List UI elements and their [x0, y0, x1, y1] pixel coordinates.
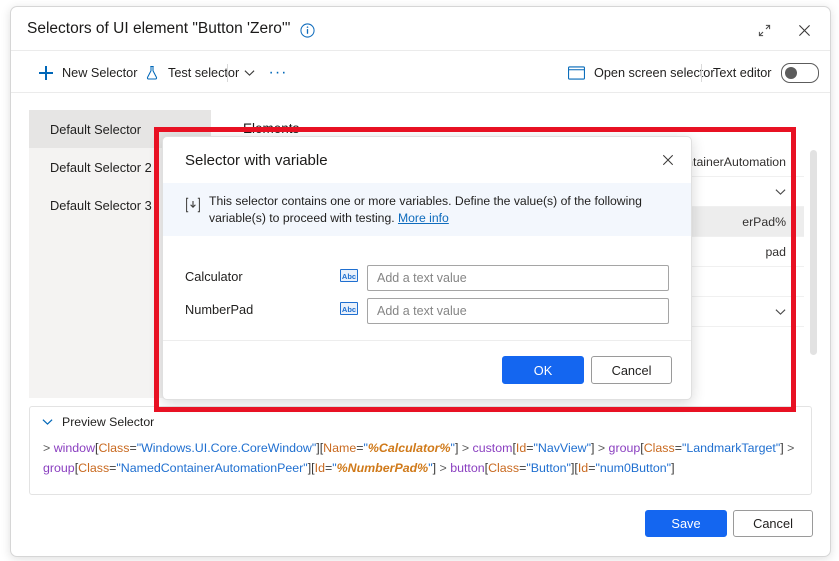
selector-token: "NamedContainerAutomationPeer": [116, 461, 308, 475]
selector-token: >: [436, 461, 451, 475]
selector-token: %NumberPad%: [336, 461, 429, 475]
more-info-link[interactable]: More info: [398, 211, 449, 225]
open-screen-selector-button[interactable]: Open screen selector: [563, 60, 720, 86]
toolbar-divider-2: [701, 64, 702, 82]
plus-icon: [38, 65, 54, 81]
preview-selector-header[interactable]: Preview Selector: [42, 415, 154, 429]
toggle-switch[interactable]: [780, 63, 819, 83]
selector-token: "LandmarkTarget": [681, 441, 781, 455]
elements-title: Elements: [243, 121, 300, 136]
selector-token: %Calculator%: [367, 441, 451, 455]
selector-token: "Button": [526, 461, 571, 475]
selector-token: Class: [488, 461, 520, 475]
banner-text: This selector contains one or more varia…: [209, 193, 673, 227]
selector-token: ]: [671, 461, 675, 475]
elements-scrollbar[interactable]: [810, 150, 817, 355]
screen-icon: [568, 66, 585, 80]
dialog-footer-divider: [163, 340, 691, 341]
expand-diagonal-icon[interactable]: [751, 17, 777, 43]
chevron-down-icon[interactable]: [775, 305, 786, 319]
toolbar: New Selector Test selector ··· Open scre…: [11, 51, 830, 93]
cancel-button[interactable]: Cancel: [733, 510, 813, 537]
chevron-down-icon[interactable]: [775, 185, 786, 199]
selector-token: Class: [643, 441, 675, 455]
element-row-text: erPad%: [742, 214, 786, 229]
selector-token: "Windows.UI.Core.CoreWindow": [136, 441, 317, 455]
selector-token: Name: [323, 441, 357, 455]
selector-token: >: [458, 441, 473, 455]
info-banner: This selector contains one or more varia…: [163, 183, 691, 236]
preview-selector-code: > window[Class="Windows.UI.Core.CoreWind…: [43, 438, 799, 478]
text-editor-label: Text editor: [713, 66, 772, 80]
selector-token: button: [450, 461, 485, 475]
selector-token: "num0Button": [595, 461, 672, 475]
selector-token: Id: [314, 461, 325, 475]
window-titlebar: Selectors of UI element "Button 'Zero'": [11, 7, 830, 51]
sidebar-item-label: Default Selector: [50, 121, 142, 137]
abc-type-icon: Abc: [340, 269, 358, 282]
test-selector-label: Test selector: [168, 66, 240, 80]
flask-icon: [144, 65, 160, 81]
toolbar-divider-1: [227, 64, 228, 82]
sidebar-item-label: Default Selector 2: [50, 159, 152, 175]
abc-type-icon: Abc: [340, 302, 358, 315]
selector-token: group: [43, 461, 75, 475]
selector-with-variable-dialog: Selector with variable This selector con…: [162, 136, 692, 400]
element-row-text: pad: [765, 244, 786, 259]
selector-token: >: [783, 441, 795, 455]
selector-token: window: [50, 441, 96, 455]
toggle-knob: [784, 67, 797, 79]
selector-token: Class: [98, 441, 130, 455]
selector-token: Id: [515, 441, 527, 455]
selector-token: Id: [577, 461, 589, 475]
selector-token: group: [608, 441, 641, 455]
dialog-title: Selector with variable: [185, 152, 328, 169]
selectors-window: Selectors of UI element "Button 'Zero'": [10, 6, 831, 557]
selector-token: custom: [472, 441, 513, 455]
import-variable-icon: [185, 197, 201, 213]
text-editor-toggle[interactable]: Text editor: [708, 60, 824, 86]
chevron-down-icon[interactable]: [42, 418, 53, 426]
selector-token: =: [526, 441, 534, 455]
dialog-cancel-button[interactable]: Cancel: [591, 356, 672, 384]
ok-button[interactable]: OK: [502, 356, 584, 384]
dialog-close-icon[interactable]: [655, 147, 681, 173]
selector-token: =: [674, 441, 682, 455]
variable-row-calculator: Calculator Abc: [185, 265, 669, 291]
variable-label: Calculator: [185, 269, 243, 284]
selector-token: =: [129, 441, 137, 455]
new-selector-button[interactable]: New Selector: [33, 60, 142, 86]
selector-token: Class: [78, 461, 110, 475]
element-row-text: ontainerAutomation: [679, 154, 786, 169]
numberpad-value-input[interactable]: [367, 298, 669, 324]
preview-selector-label: Preview Selector: [62, 415, 155, 429]
calculator-value-input[interactable]: [367, 265, 669, 291]
selector-token: >: [594, 441, 609, 455]
new-selector-label: New Selector: [62, 66, 138, 80]
open-screen-selector-label: Open screen selector: [594, 66, 715, 80]
page-title: Selectors of UI element "Button 'Zero'": [27, 20, 291, 37]
ellipsis-icon[interactable]: ···: [261, 60, 295, 86]
close-icon[interactable]: [791, 17, 817, 43]
save-button[interactable]: Save: [645, 510, 727, 537]
info-circle-icon[interactable]: [300, 23, 315, 38]
test-selector-button[interactable]: Test selector: [139, 60, 244, 86]
selector-token: "NavView": [533, 441, 591, 455]
sidebar-item-label: Default Selector 3: [50, 197, 152, 213]
variable-row-numberpad: NumberPad Abc: [185, 298, 669, 324]
variable-label: NumberPad: [185, 302, 254, 317]
preview-selector-panel: Preview Selector > window[Class="Windows…: [29, 406, 812, 495]
